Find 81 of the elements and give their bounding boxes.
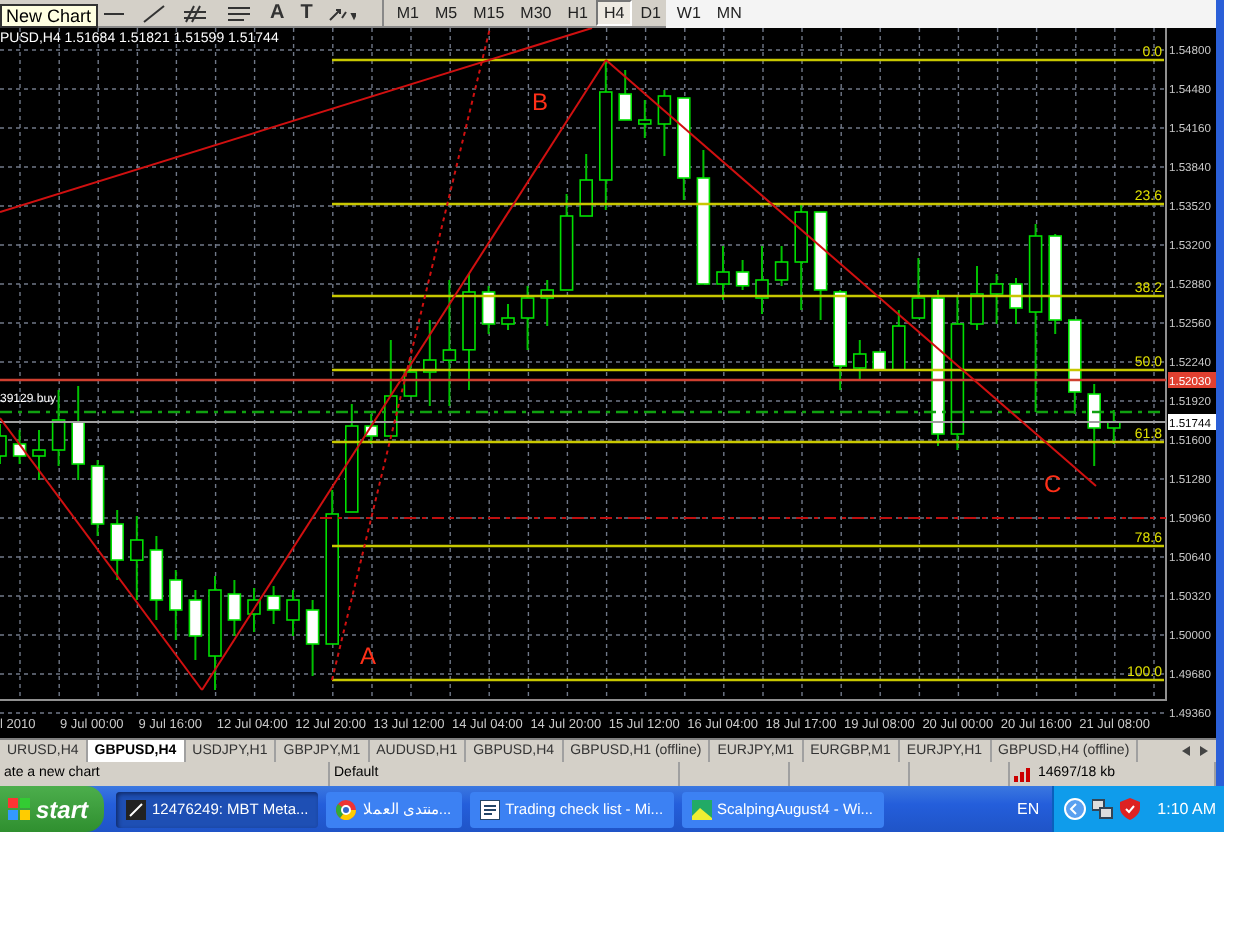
candle bbox=[970, 265, 984, 331]
candle bbox=[716, 245, 730, 301]
candle bbox=[1068, 319, 1082, 415]
text-tool-button[interactable]: T bbox=[300, 1, 313, 25]
candle bbox=[169, 569, 183, 641]
candle bbox=[540, 279, 554, 327]
candle bbox=[130, 515, 144, 601]
candle bbox=[12, 429, 27, 465]
timeframe-button[interactable]: M30 bbox=[512, 0, 560, 26]
candle bbox=[305, 599, 320, 677]
candle bbox=[286, 589, 300, 637]
timeframe-button[interactable]: MN bbox=[708, 0, 750, 26]
wave-label: C bbox=[1044, 470, 1062, 498]
image-viewer-icon bbox=[691, 799, 712, 819]
candle bbox=[677, 97, 691, 201]
fibonacci-icon[interactable] bbox=[182, 1, 210, 25]
candle bbox=[442, 279, 457, 407]
clock: 1:10 AM bbox=[1157, 800, 1216, 818]
candle bbox=[462, 273, 476, 391]
scroll-right-icon[interactable] bbox=[1198, 744, 1210, 758]
candle bbox=[481, 285, 496, 335]
candle bbox=[989, 273, 1004, 325]
candle bbox=[618, 69, 632, 121]
candle bbox=[833, 289, 847, 391]
timeframe-button[interactable]: M15 bbox=[465, 0, 513, 26]
language-indicator[interactable]: EN bbox=[1017, 800, 1040, 818]
candle bbox=[892, 309, 906, 371]
candle bbox=[872, 351, 886, 371]
candle bbox=[364, 413, 378, 445]
candle bbox=[696, 149, 711, 285]
candle bbox=[579, 153, 593, 217]
scroll-left-icon[interactable] bbox=[1180, 744, 1192, 758]
document-icon bbox=[479, 799, 500, 819]
candle bbox=[90, 459, 105, 537]
timeframe-button[interactable]: H1 bbox=[559, 0, 596, 26]
terminal-icon bbox=[126, 799, 147, 819]
wave-label: A bbox=[360, 642, 377, 670]
candle bbox=[403, 359, 418, 397]
wave-label: B bbox=[532, 88, 549, 116]
candle bbox=[188, 589, 203, 661]
candle bbox=[32, 429, 46, 481]
windows-logo-icon bbox=[8, 798, 30, 820]
candle bbox=[911, 257, 926, 319]
candle bbox=[384, 339, 398, 437]
candle bbox=[208, 575, 222, 691]
timeframe-button[interactable]: M5 bbox=[426, 0, 466, 26]
candle bbox=[638, 99, 652, 139]
candle bbox=[71, 385, 85, 481]
candle bbox=[423, 319, 437, 407]
candle bbox=[559, 193, 574, 291]
candle bbox=[149, 535, 164, 621]
candle bbox=[247, 587, 261, 633]
candle bbox=[657, 89, 672, 157]
candle bbox=[1009, 277, 1023, 325]
candle bbox=[853, 339, 867, 381]
candle bbox=[735, 259, 750, 291]
tooltip: New Chart bbox=[0, 4, 98, 28]
candle bbox=[1048, 233, 1062, 335]
candle bbox=[110, 509, 124, 581]
browser-icon bbox=[336, 799, 357, 819]
candle bbox=[755, 245, 769, 315]
trendline-icon[interactable] bbox=[142, 1, 166, 25]
candle bbox=[1107, 409, 1121, 445]
timeframe-button[interactable]: W1 bbox=[668, 0, 709, 26]
shield-icon[interactable] bbox=[1119, 798, 1140, 820]
network-icon[interactable] bbox=[1091, 798, 1114, 820]
candle bbox=[1087, 383, 1101, 467]
timeframe-button[interactable]: M1 bbox=[388, 0, 427, 26]
candle bbox=[345, 403, 359, 513]
text-tool-button[interactable]: A bbox=[270, 1, 285, 25]
fibonacci-lines-icon[interactable] bbox=[226, 1, 254, 25]
timeframe-button[interactable]: D1 bbox=[632, 0, 669, 26]
candle bbox=[774, 245, 789, 287]
timeframe-button[interactable]: H4 bbox=[595, 0, 633, 26]
candle bbox=[227, 579, 242, 637]
candle bbox=[501, 303, 515, 331]
connection-bars-icon bbox=[1014, 766, 1032, 782]
candle bbox=[794, 203, 808, 311]
candle bbox=[266, 585, 281, 625]
candle bbox=[813, 211, 828, 321]
candle bbox=[520, 285, 535, 351]
